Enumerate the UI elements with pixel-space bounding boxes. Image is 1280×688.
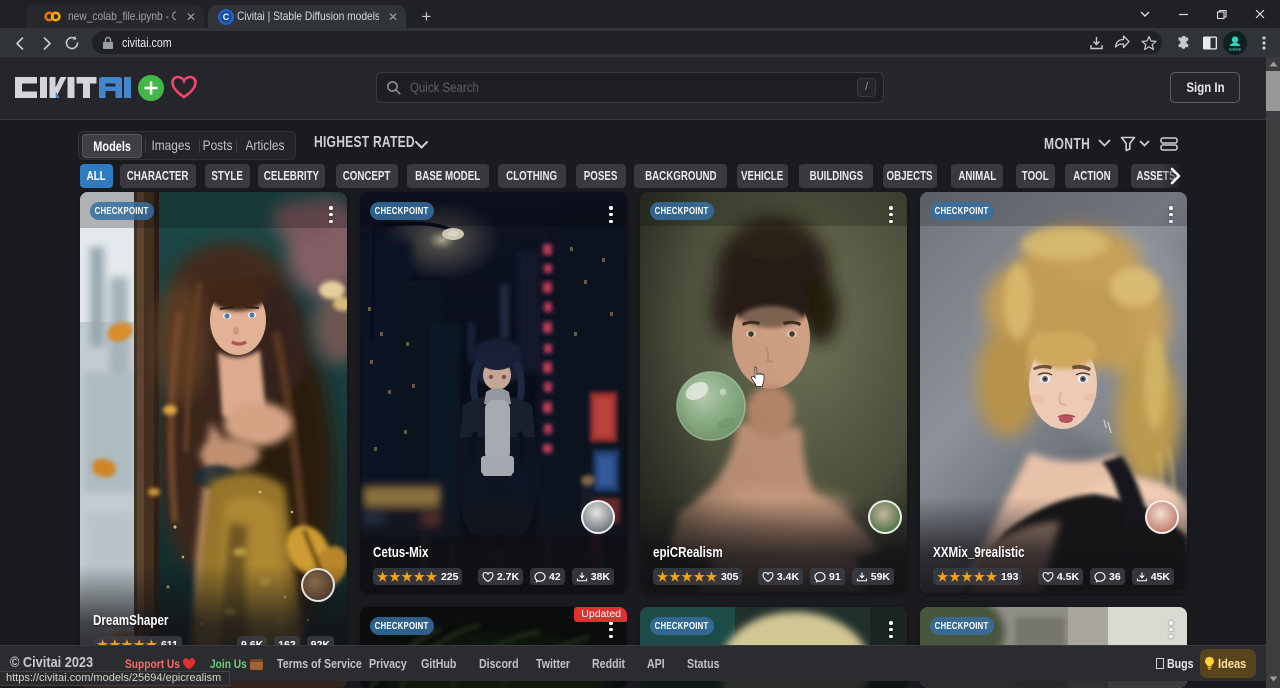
svg-text:southside: southside — [1229, 47, 1241, 51]
svg-text:C: C — [223, 12, 230, 22]
